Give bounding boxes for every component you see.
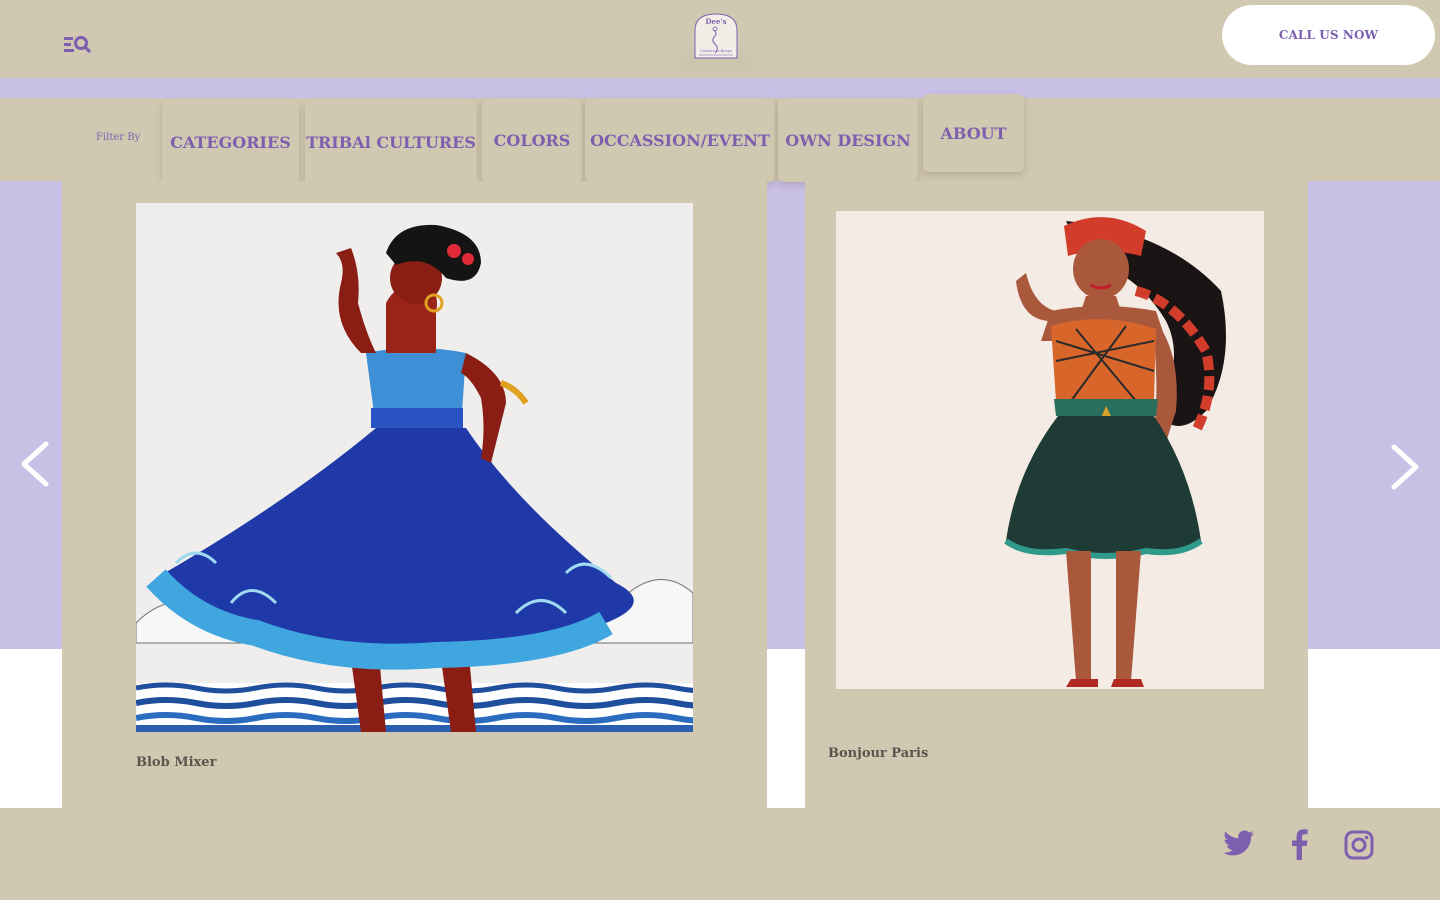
filter-by-label: Filter By <box>96 132 141 143</box>
site-footer <box>0 808 1440 900</box>
filter-about-label: ABOUT <box>940 123 1007 143</box>
site-logo[interactable]: Dee's Couture in Kenya <box>681 10 751 72</box>
filter-own-design-label: OWN DESIGN <box>785 130 911 150</box>
filter-tribal-cultures-label: TRIBAl CULTURES <box>306 132 476 152</box>
menu-search-icon[interactable] <box>62 34 92 54</box>
product-card[interactable]: Blob Mixer <box>62 181 767 808</box>
logo-bottom-text: Couture in Kenya <box>700 49 732 53</box>
call-us-now-button[interactable]: CALL US NOW <box>1222 5 1435 65</box>
logo-top-text: Dee's <box>705 17 726 26</box>
filter-categories-button[interactable]: CATEGORIES <box>162 100 299 184</box>
instagram-icon[interactable] <box>1344 830 1374 860</box>
twitter-icon[interactable] <box>1223 830 1255 858</box>
filter-occasion-event-label: OCCASSION/EVENT <box>590 130 770 150</box>
product-title[interactable]: Blob Mixer <box>136 755 216 770</box>
product-image[interactable] <box>836 211 1264 689</box>
filter-about-button[interactable]: ABOUT <box>923 94 1024 172</box>
chevron-left-icon[interactable] <box>18 440 52 488</box>
facebook-icon[interactable] <box>1288 828 1310 860</box>
filter-own-design-button[interactable]: OWN DESIGN <box>778 98 918 182</box>
filter-tribal-cultures-button[interactable]: TRIBAl CULTURES <box>305 100 477 184</box>
site-header: Dee's Couture in Kenya CALL US NOW <box>0 0 1440 78</box>
product-image[interactable] <box>136 203 693 732</box>
filter-occasion-event-button[interactable]: OCCASSION/EVENT <box>585 98 775 182</box>
product-card[interactable]: Bonjour Paris <box>805 181 1308 808</box>
filter-categories-label: CATEGORIES <box>170 132 291 152</box>
product-title[interactable]: Bonjour Paris <box>828 746 928 761</box>
filter-colors-button[interactable]: COLORS <box>482 98 582 182</box>
chevron-right-icon[interactable] <box>1388 443 1422 491</box>
filter-colors-label: COLORS <box>493 130 571 150</box>
